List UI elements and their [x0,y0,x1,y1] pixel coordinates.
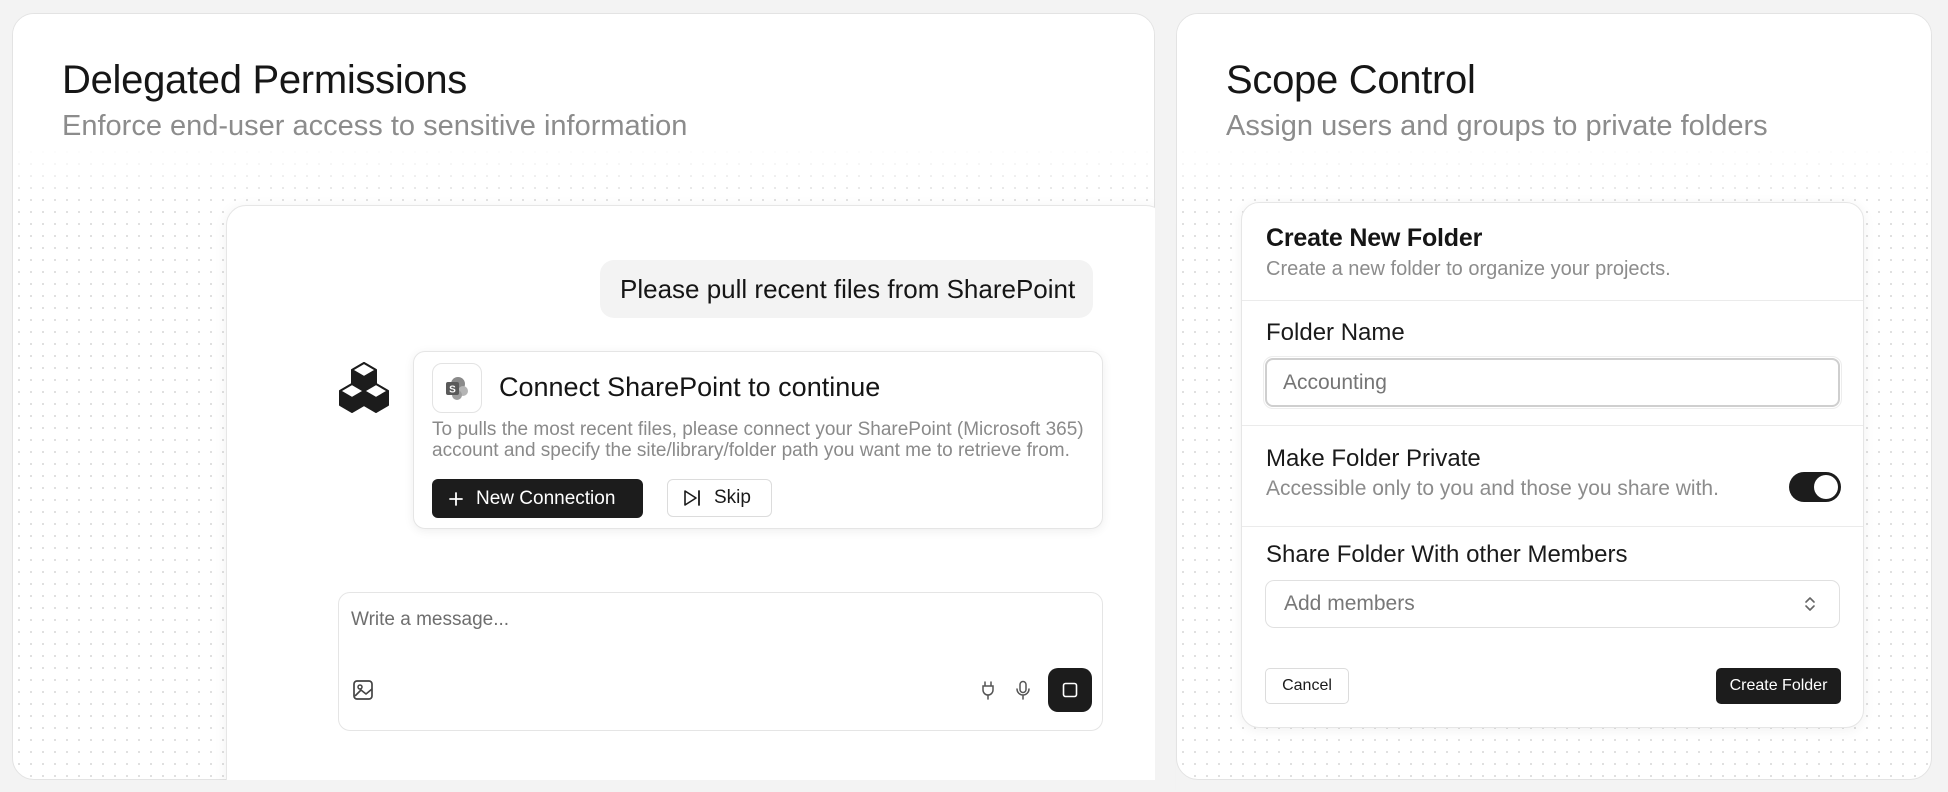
chevron-up-down-icon [1800,593,1820,615]
toggle-knob [1814,475,1838,499]
hexagon-cubes-logo-icon [336,359,392,415]
skip-button[interactable]: Skip [667,479,772,517]
dialog-title: Create New Folder [1266,224,1483,252]
create-folder-button[interactable]: Create Folder [1716,668,1841,704]
skip-forward-icon [682,489,704,507]
skip-label: Skip [714,487,751,508]
private-description: Accessible only to you and those you sha… [1266,477,1719,500]
new-connection-button[interactable]: New Connection [432,479,643,518]
folder-name-label: Folder Name [1266,319,1405,346]
image-icon[interactable] [350,677,376,703]
add-members-placeholder: Add members [1284,592,1415,615]
divider [1242,526,1863,527]
microphone-icon[interactable] [1012,678,1034,702]
panel-subtitle: Enforce end-user access to sensitive inf… [62,110,688,142]
divider [1242,425,1863,426]
divider [1242,300,1863,301]
dialog-subtitle: Create a new folder to organize your pro… [1266,258,1671,280]
folder-name-input[interactable] [1263,356,1842,409]
assistant-card-body: To pulls the most recent files, please c… [432,419,1084,461]
message-input[interactable] [351,605,951,635]
panel-title: Delegated Permissions [62,58,468,102]
sharepoint-icon: S [432,363,482,413]
private-label: Make Folder Private [1266,445,1481,472]
share-label: Share Folder With other Members [1266,541,1628,568]
stop-button[interactable] [1048,668,1092,712]
cancel-button[interactable]: Cancel [1265,668,1349,704]
plug-icon[interactable] [978,679,998,701]
plus-icon [448,491,464,507]
user-message-bubble: Please pull recent files from SharePoint [600,260,1093,318]
stop-square-icon [1062,682,1078,698]
svg-text:S: S [449,385,456,396]
panel-title: Scope Control [1226,58,1476,102]
assistant-card-title: Connect SharePoint to continue [499,372,881,402]
new-connection-label: New Connection [476,487,616,509]
add-members-select[interactable]: Add members [1265,580,1840,628]
panel-subtitle: Assign users and groups to private folde… [1226,110,1768,142]
